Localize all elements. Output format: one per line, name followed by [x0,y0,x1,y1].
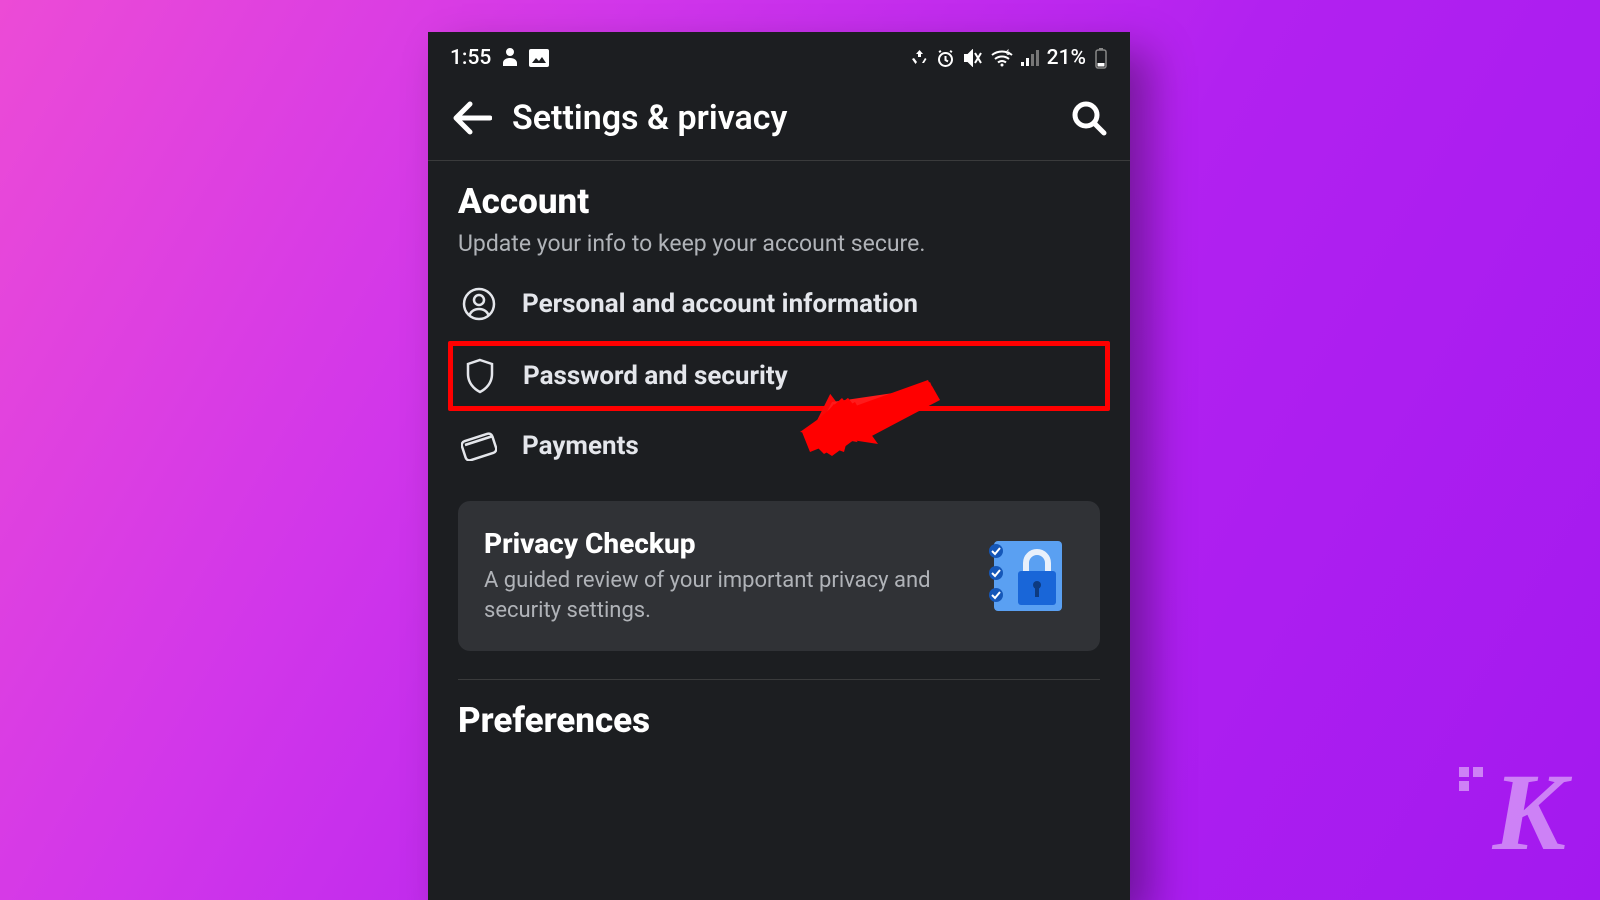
clipboard-lock-icon [984,529,1074,623]
status-left: 1:55 [450,46,549,70]
back-arrow-icon[interactable] [450,100,492,136]
svg-text:6: 6 [1006,49,1010,57]
preferences-title: Preferences [428,680,1130,741]
menu-item-password-security[interactable]: Password and security [448,341,1110,411]
wifi-icon: 6 [991,49,1013,67]
account-section-header: Account Update your info to keep your ac… [428,161,1130,257]
status-time: 1:55 [450,46,491,70]
phone-frame: 1:55 6 21% [428,32,1130,900]
search-icon[interactable] [1070,99,1108,137]
shield-icon [461,358,499,394]
battery-percent: 21% [1047,46,1086,70]
status-bar: 1:55 6 21% [428,32,1130,80]
menu-item-payments[interactable]: Payments [448,415,1110,477]
recycle-status-icon [911,49,928,67]
account-title: Account [458,181,1100,222]
watermark: K [1493,749,1562,876]
person-icon [460,287,498,321]
card-subtitle: A guided review of your important privac… [484,566,964,625]
gallery-status-icon [529,49,549,67]
card-text: Privacy Checkup A guided review of your … [484,527,964,625]
profile-status-icon [501,48,519,68]
card-title: Privacy Checkup [484,527,964,560]
menu-item-label: Password and security [523,361,788,391]
card-icon [460,431,498,461]
mute-icon [963,49,983,67]
privacy-checkup-card[interactable]: Privacy Checkup A guided review of your … [458,501,1100,651]
status-right: 6 21% [911,46,1108,70]
watermark-letter: K [1493,751,1562,873]
menu-item-label: Payments [522,431,639,461]
account-menu: Personal and account information Passwor… [428,257,1130,477]
battery-icon [1094,47,1108,69]
page-header: Settings & privacy [428,80,1130,161]
page-title: Settings & privacy [512,98,1050,138]
menu-item-label: Personal and account information [522,289,918,319]
account-subtitle: Update your info to keep your account se… [458,230,1100,257]
alarm-icon [936,49,955,68]
signal-icon [1021,50,1039,66]
menu-item-personal-info[interactable]: Personal and account information [448,271,1110,337]
